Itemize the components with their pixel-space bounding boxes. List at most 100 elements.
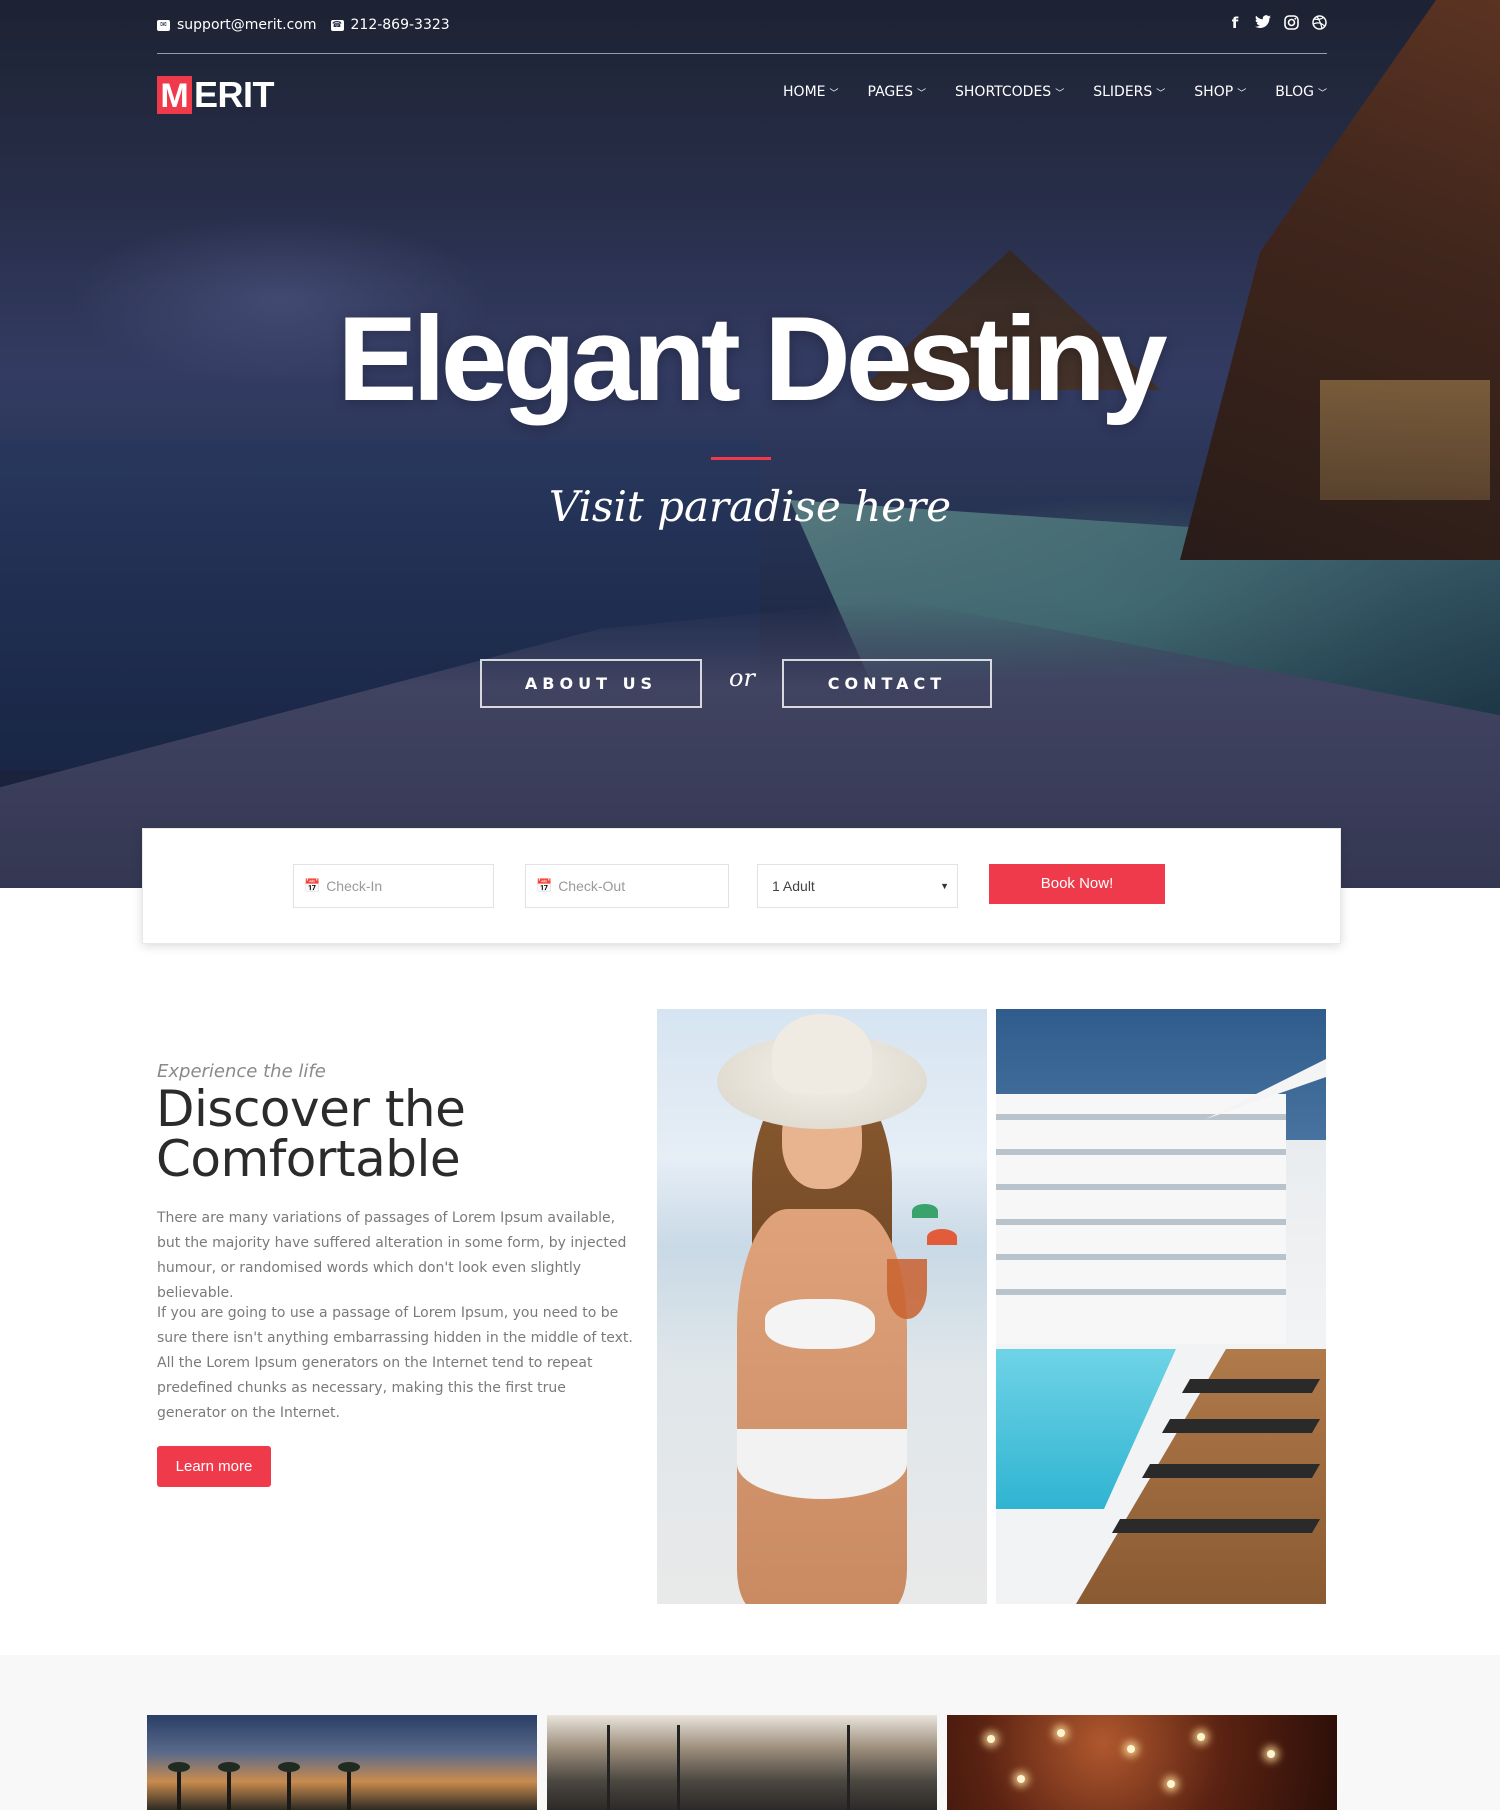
nav-label: HOME bbox=[783, 84, 826, 100]
photo-palm-top bbox=[278, 1762, 300, 1772]
chevron-down-icon: ﹀ bbox=[1317, 88, 1327, 99]
chevron-down-icon: ﹀ bbox=[829, 88, 839, 99]
social-links: f bbox=[1227, 15, 1327, 31]
booking-form: 📅 Check-In 📅 Check-Out 1 Adult ▼ Book No… bbox=[142, 828, 1341, 944]
photo-lounger bbox=[1181, 1379, 1321, 1393]
photo-window-frame bbox=[677, 1725, 680, 1810]
guests-select[interactable]: 1 Adult ▼ bbox=[757, 864, 958, 908]
nav-item-shortcodes[interactable]: SHORTCODES ﹀ bbox=[955, 84, 1064, 100]
logo-text: ERIT bbox=[194, 74, 275, 115]
photo-light bbox=[1017, 1775, 1025, 1783]
instagram-icon[interactable] bbox=[1283, 15, 1299, 31]
or-separator: or bbox=[729, 664, 755, 692]
photo-drink-umbrella bbox=[912, 1204, 938, 1218]
photo-bikini-bottom bbox=[737, 1429, 907, 1499]
email-item[interactable]: ✉ support@merit.com bbox=[157, 17, 317, 33]
chevron-down-icon: ﹀ bbox=[1237, 88, 1247, 99]
photo-palm-top bbox=[168, 1762, 190, 1772]
about-paragraph-2: If you are going to use a passage of Lor… bbox=[157, 1305, 633, 1421]
about-us-button[interactable]: ABOUT US bbox=[480, 659, 702, 708]
photo-light bbox=[987, 1735, 995, 1743]
nav-item-sliders[interactable]: SLIDERS ﹀ bbox=[1093, 84, 1165, 100]
contact-button[interactable]: CONTACT bbox=[782, 659, 992, 708]
learn-more-button[interactable]: Learn more bbox=[157, 1446, 271, 1487]
photo-palm bbox=[287, 1770, 291, 1810]
nav-label: BLOG bbox=[1275, 84, 1314, 100]
photo-bikini-top bbox=[765, 1299, 875, 1349]
checkout-field[interactable]: 📅 Check-Out bbox=[525, 864, 729, 908]
photo-light bbox=[1267, 1750, 1275, 1758]
nav-label: SHOP bbox=[1194, 84, 1234, 100]
about-pretitle: Experience the life bbox=[157, 1061, 326, 1082]
about-title: Discover the Comfortable bbox=[156, 1080, 466, 1188]
hero-divider bbox=[711, 457, 771, 460]
nav-label: SHORTCODES bbox=[955, 84, 1052, 100]
photo-lounger bbox=[1141, 1464, 1321, 1478]
photo-palm bbox=[177, 1770, 181, 1810]
checkout-placeholder: Check-Out bbox=[558, 878, 626, 894]
nav-item-shop[interactable]: SHOP ﹀ bbox=[1194, 84, 1246, 100]
nav-item-pages[interactable]: PAGES ﹀ bbox=[868, 84, 926, 100]
nav-item-home[interactable]: HOME ﹀ bbox=[783, 84, 839, 100]
dribbble-icon[interactable] bbox=[1311, 15, 1327, 31]
book-now-button[interactable]: Book Now! bbox=[989, 864, 1165, 904]
chevron-down-icon: ﹀ bbox=[917, 88, 927, 99]
merit-logo[interactable]: M ERIT bbox=[157, 74, 275, 115]
hotel-pool-photo bbox=[996, 1009, 1326, 1604]
checkin-placeholder: Check-In bbox=[326, 878, 383, 894]
photo-lounger bbox=[1161, 1419, 1321, 1433]
nav-menu: HOME ﹀ PAGES ﹀ SHORTCODES ﹀ SLIDERS ﹀ SHOP ﹀ … bbox=[783, 84, 1327, 100]
photo-balcony bbox=[996, 1254, 1286, 1260]
nav-label: PAGES bbox=[867, 84, 913, 100]
photo-light bbox=[1127, 1745, 1135, 1753]
top-bar: ✉ support@merit.com ☎ 212-869-3323 f bbox=[157, 0, 1327, 54]
facebook-icon[interactable]: f bbox=[1227, 15, 1243, 31]
beach-woman-photo bbox=[657, 1009, 987, 1604]
photo-hotel-building bbox=[996, 1094, 1286, 1344]
photo-palm bbox=[227, 1770, 231, 1810]
photo-body bbox=[737, 1209, 907, 1604]
photo-lounger bbox=[1111, 1519, 1321, 1533]
photo-cocktail bbox=[887, 1259, 927, 1319]
photo-balcony bbox=[996, 1184, 1286, 1190]
chevron-down-icon: ﹀ bbox=[1055, 88, 1065, 99]
lounge-card-photo[interactable] bbox=[947, 1715, 1337, 1810]
chevron-down-icon: ﹀ bbox=[1156, 88, 1166, 99]
dropdown-arrow-icon: ▼ bbox=[940, 881, 949, 891]
resort-card-photo[interactable] bbox=[147, 1715, 537, 1810]
hero-section: ✉ support@merit.com ☎ 212-869-3323 f M E… bbox=[0, 0, 1500, 888]
photo-balcony bbox=[996, 1149, 1286, 1155]
photo-palm bbox=[347, 1770, 351, 1810]
hero-overlay bbox=[0, 0, 1500, 888]
photo-palm-top bbox=[218, 1762, 240, 1772]
hero-title: Elegant Destiny bbox=[337, 292, 1167, 426]
about-paragraph-1: There are many variations of passages of… bbox=[157, 1210, 627, 1301]
phone-item[interactable]: ☎ 212-869-3323 bbox=[330, 17, 450, 33]
logo-mark: M bbox=[157, 76, 192, 115]
phone-icon: ☎ bbox=[330, 19, 344, 31]
main-navbar: M ERIT HOME ﹀ PAGES ﹀ SHORTCODES ﹀ SLIDERS ﹀… bbox=[157, 76, 1327, 116]
envelope-icon: ✉ bbox=[157, 19, 170, 31]
calendar-icon: 📅 bbox=[304, 878, 321, 893]
hero-subtitle: Visit paradise here bbox=[548, 482, 952, 531]
contact-info: ✉ support@merit.com ☎ 212-869-3323 bbox=[157, 17, 450, 33]
room-card-photo[interactable] bbox=[547, 1715, 937, 1810]
photo-window-frame bbox=[847, 1725, 850, 1810]
twitter-icon[interactable] bbox=[1255, 15, 1271, 31]
photo-balcony bbox=[996, 1114, 1286, 1120]
phone-text: 212-869-3323 bbox=[350, 17, 450, 33]
nav-item-blog[interactable]: BLOG ﹀ bbox=[1275, 84, 1327, 100]
photo-light bbox=[1167, 1780, 1175, 1788]
photo-palm-top bbox=[338, 1762, 360, 1772]
photo-drink-umbrella bbox=[927, 1229, 957, 1245]
photo-light bbox=[1197, 1733, 1205, 1741]
photo-window-frame bbox=[607, 1725, 610, 1810]
photo-balcony bbox=[996, 1219, 1286, 1225]
photo-balcony bbox=[996, 1289, 1286, 1295]
calendar-icon: 📅 bbox=[536, 878, 553, 893]
photo-hat-crown bbox=[772, 1014, 872, 1094]
email-text: support@merit.com bbox=[177, 17, 317, 33]
checkin-field[interactable]: 📅 Check-In bbox=[293, 864, 494, 908]
nav-label: SLIDERS bbox=[1093, 84, 1153, 100]
guests-value: 1 Adult bbox=[772, 878, 815, 894]
